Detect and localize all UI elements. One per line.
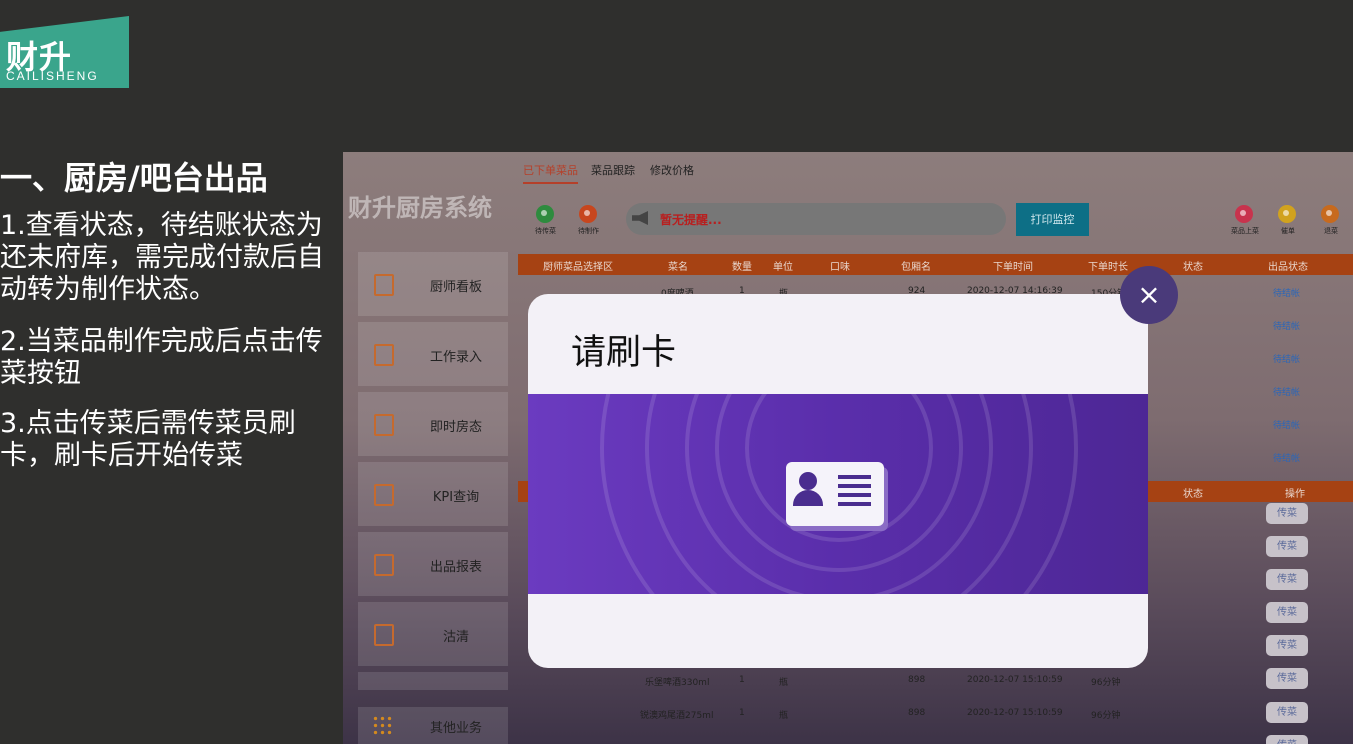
card-line — [838, 475, 871, 479]
sidebar-label: 厨师看板 — [429, 280, 482, 295]
urge-icon[interactable] — [1278, 205, 1296, 223]
pass-dish-button[interactable]: 传菜 — [1266, 668, 1308, 689]
status-link[interactable]: 待结帐 — [1273, 319, 1300, 332]
tab-dish-tracking[interactable]: 菜品跟踪 — [591, 162, 635, 178]
col-header: 包厢名 — [901, 262, 931, 273]
note-3: 3.点击传菜后需传菜员刷卡，刷卡后开始传菜 — [0, 408, 296, 471]
card-reader-banner — [528, 394, 1148, 594]
id-card-icon — [786, 462, 884, 526]
card-line — [838, 502, 871, 506]
col-header: 单位 — [773, 262, 793, 273]
pass-dish-button[interactable]: 传菜 — [1266, 536, 1308, 557]
col-header: 菜名 — [668, 262, 688, 273]
pending-cook-label: 待制作 — [578, 227, 599, 235]
col-header: 下单时长 — [1088, 262, 1128, 273]
pass-dish-button[interactable]: 传菜 — [1266, 602, 1308, 623]
urge-label: 催单 — [1281, 227, 1295, 235]
col-header-action: 操作 — [1285, 489, 1305, 500]
tab-ordered-dishes[interactable]: 已下单菜品 — [523, 162, 578, 184]
status-link[interactable]: 待结帐 — [1273, 385, 1300, 398]
cell-dish-name: 锐澳鸡尾酒275ml — [640, 711, 714, 721]
dish-served-label: 菜品上菜 — [1231, 227, 1259, 235]
sidebar-label: 其他业务 — [429, 721, 482, 736]
pending-serve-icon[interactable] — [536, 205, 554, 223]
sidebar-item-chef-board[interactable]: 厨师看板 — [358, 252, 508, 316]
tab-modify-price[interactable]: 修改价格 — [650, 162, 694, 178]
status-link[interactable]: 待结帐 — [1273, 352, 1300, 365]
print-monitor-button[interactable]: 打印监控 — [1016, 203, 1089, 236]
sidebar-label: 工作录入 — [429, 350, 482, 365]
pending-serve-label: 待传菜 — [535, 227, 556, 235]
table-header-upper: 厨师菜品选择区 菜名 数量 单位 口味 包厢名 下单时间 下单时长 状态 出品状… — [518, 254, 1353, 275]
sidebar-label: KPI查询 — [432, 490, 480, 505]
return-dish-label: 退菜 — [1324, 227, 1338, 235]
list-icon — [374, 624, 394, 646]
pass-dish-button[interactable]: 传菜 — [1266, 735, 1308, 744]
cell-qty: 1 — [739, 675, 745, 685]
cell-room: 898 — [908, 675, 926, 685]
status-link[interactable]: 待结帐 — [1273, 286, 1300, 299]
card-line — [838, 484, 871, 488]
card-line — [838, 493, 871, 497]
sidebar-spacer — [358, 672, 508, 690]
note-2: 2.当菜品制作完成后点击传菜按钮 — [0, 326, 323, 389]
col-header: 厨师菜品选择区 — [543, 262, 613, 273]
pending-cook-icon[interactable] — [579, 205, 597, 223]
close-modal-button[interactable]: × — [1120, 266, 1178, 324]
clipboard-icon — [374, 274, 394, 296]
section-heading: 一、厨房/吧台出品 — [0, 159, 268, 197]
cell-room: 898 — [908, 708, 926, 718]
status-link[interactable]: 待结帐 — [1273, 418, 1300, 431]
dish-served-icon[interactable] — [1235, 205, 1253, 223]
broadcast-bar: 暂无提醒... — [626, 203, 1006, 235]
card-avatar-body — [793, 490, 823, 506]
status-link[interactable]: 待结帐 — [1273, 451, 1300, 464]
grid-icon — [372, 715, 392, 735]
note-1: 1.查看状态，待结账状态为还未府库，需完成付款后自动转为制作状态。 — [0, 210, 324, 305]
col-header: 状态 — [1183, 262, 1203, 273]
cell-qty: 1 — [739, 708, 745, 718]
sidebar-label: 即时房态 — [429, 420, 482, 435]
card-avatar-head — [799, 472, 817, 490]
sidebar-item-sold-out[interactable]: 沽清 — [358, 602, 508, 666]
cell-duration: 96分钟 — [1091, 678, 1121, 688]
bar-chart-icon — [374, 484, 394, 506]
sidebar-label: 出品报表 — [429, 560, 482, 575]
sidebar-item-kpi[interactable]: KPI查询 — [358, 462, 508, 526]
sidebar-item-work-entry[interactable]: 工作录入 — [358, 322, 508, 386]
col-header: 口味 — [830, 262, 850, 273]
pass-dish-button[interactable]: 传菜 — [1266, 635, 1308, 656]
sidebar-item-room-status[interactable]: 即时房态 — [358, 392, 508, 456]
return-dish-icon[interactable] — [1321, 205, 1339, 223]
app-brand: 财升厨房系统 — [348, 194, 492, 222]
megaphone-icon — [632, 211, 648, 225]
pass-dish-button[interactable]: 传菜 — [1266, 569, 1308, 590]
col-header: 数量 — [732, 262, 752, 273]
sidebar-label: 沽清 — [442, 630, 469, 645]
pass-dish-button[interactable]: 传菜 — [1266, 503, 1308, 524]
cell-unit: 瓶 — [779, 711, 789, 721]
cell-time: 2020-12-07 15:10:59 — [967, 708, 1063, 718]
brand-logo: 财升 CAILISHENG — [0, 16, 129, 88]
report-icon — [374, 554, 394, 576]
pencil-icon — [374, 344, 394, 366]
modal-title: 请刷卡 — [571, 333, 677, 373]
sidebar-item-other[interactable]: 其他业务 — [358, 707, 508, 744]
cell-dish-name: 乐堡啤酒330ml — [645, 678, 710, 688]
room-icon — [374, 414, 394, 436]
swipe-card-modal: 请刷卡 — [528, 294, 1148, 668]
pass-dish-button[interactable]: 传菜 — [1266, 702, 1308, 723]
broadcast-text: 暂无提醒... — [660, 213, 722, 227]
cell-unit: 瓶 — [779, 678, 789, 688]
logo-subtext: CAILISHENG — [6, 69, 99, 83]
col-header-status: 状态 — [1183, 489, 1203, 500]
col-header: 下单时间 — [993, 262, 1033, 273]
sidebar-item-output-report[interactable]: 出品报表 — [358, 532, 508, 596]
col-header: 出品状态 — [1268, 262, 1308, 273]
cell-time: 2020-12-07 15:10:59 — [967, 675, 1063, 685]
cell-duration: 96分钟 — [1091, 711, 1121, 721]
